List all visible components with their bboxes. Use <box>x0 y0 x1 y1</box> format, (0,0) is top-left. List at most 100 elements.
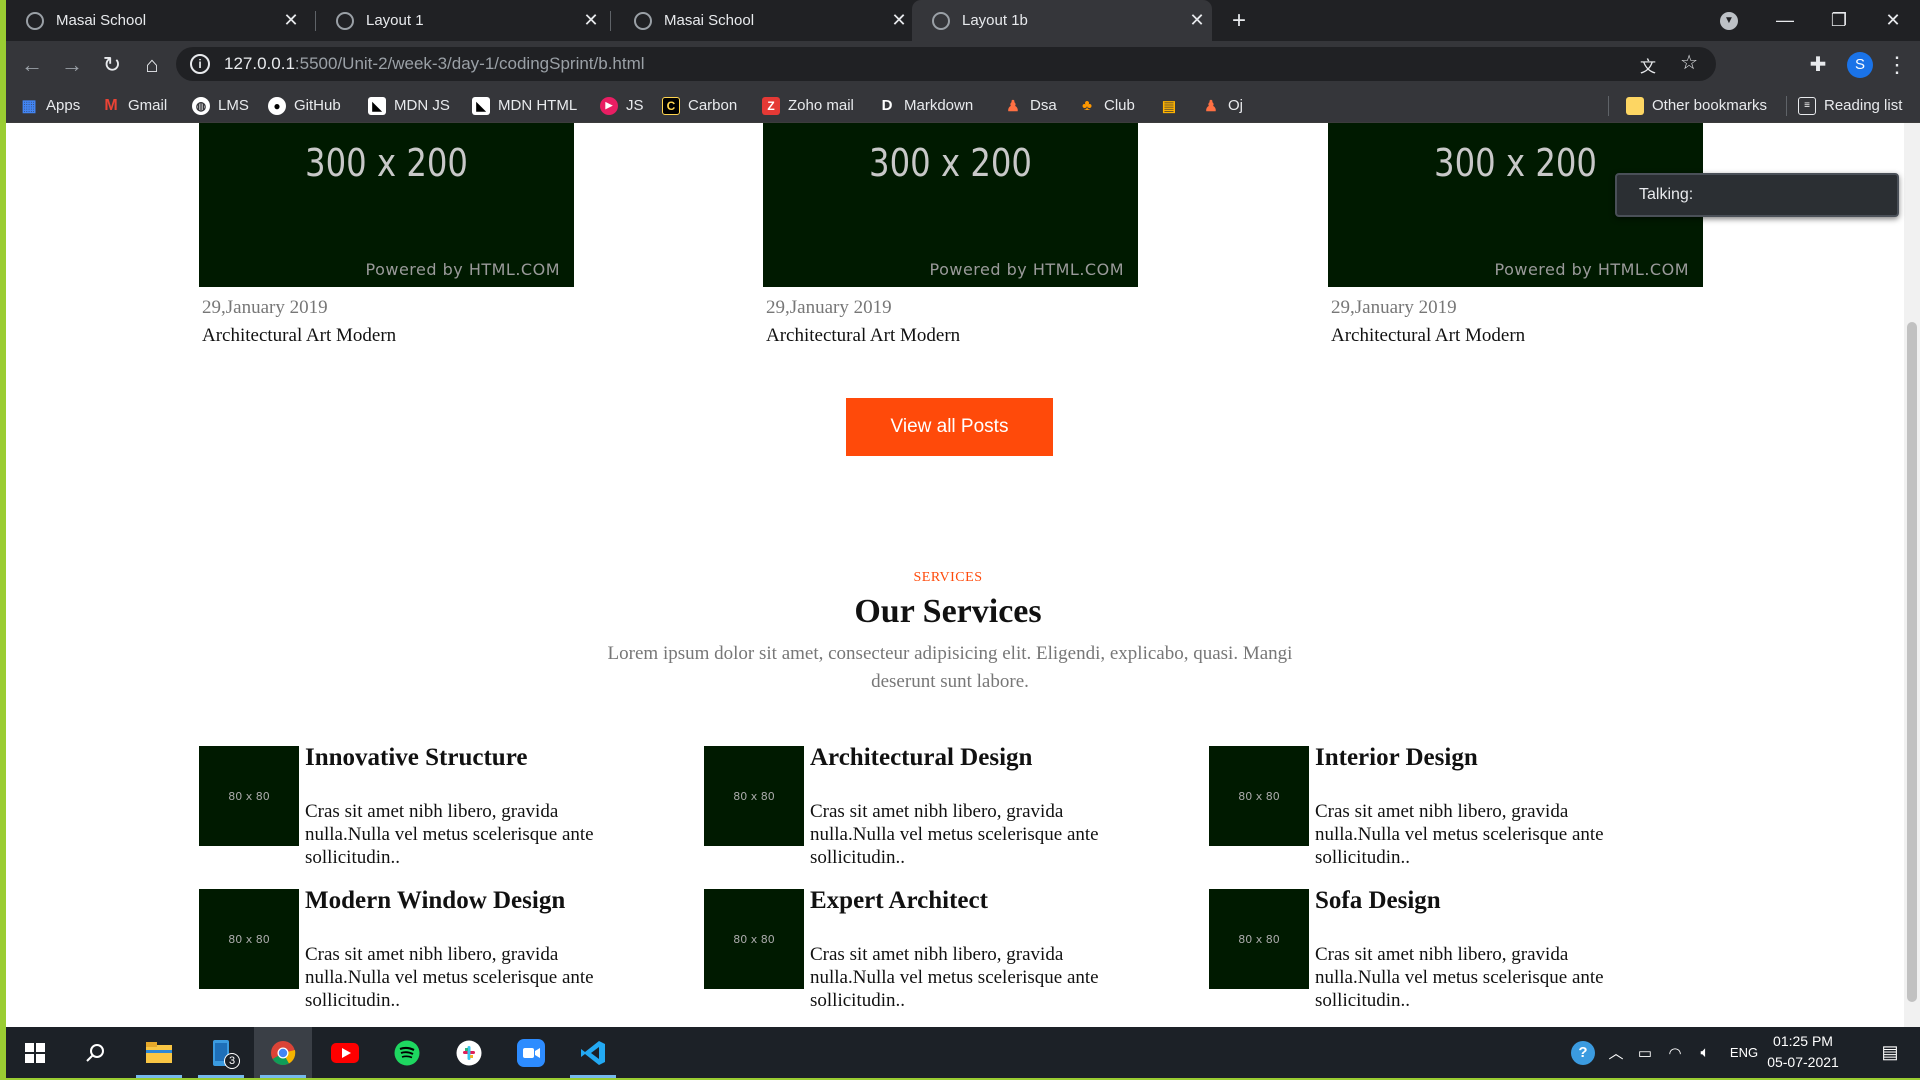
chrome-icon <box>271 1040 296 1065</box>
bookmark-label: Markdown <box>904 97 974 114</box>
post-title[interactable]: Architectural Art Modern <box>1331 325 1703 347</box>
bookmark-oj[interactable]: ♟ Oj <box>1202 88 1243 123</box>
minimize-button[interactable]: — <box>1762 0 1808 41</box>
battery-icon: ▭ <box>1637 1044 1653 1062</box>
post-image[interactable]: 300 x 200 Powered by HTML.COM <box>199 123 574 287</box>
taskbar-zoom[interactable] <box>502 1027 560 1078</box>
post-card: 300 x 200 Powered by HTML.COM 29,January… <box>199 123 574 347</box>
url-host: 127.0.0.1 <box>224 54 295 73</box>
reload-button[interactable]: ↻ <box>94 41 130 88</box>
tab-title: Masai School <box>664 12 755 29</box>
taskbar-file-explorer[interactable] <box>130 1027 188 1078</box>
bookmark-label: GitHub <box>294 97 341 114</box>
new-tab-button[interactable]: + <box>1222 0 1256 41</box>
extensions-button[interactable]: ✚ <box>1800 41 1836 88</box>
service-title: Interior Design <box>1315 744 1478 771</box>
bookmark-markdown[interactable]: D Markdown <box>878 88 974 123</box>
close-icon[interactable]: ✕ <box>276 10 306 31</box>
bookmark-apps[interactable]: ▦ Apps <box>20 88 80 123</box>
taskbar-phone-app[interactable]: 3 <box>192 1027 250 1078</box>
info-icon[interactable]: i <box>190 54 210 74</box>
bookmark-carbon[interactable]: C Carbon <box>662 88 737 123</box>
search-icon <box>86 1043 104 1062</box>
home-icon: ⌂ <box>145 51 159 77</box>
other-bookmarks-folder[interactable]: Other bookmarks <box>1626 88 1767 123</box>
browser-window: Masai School ✕ Layout 1 ✕ Masai School ✕… <box>6 0 1920 1078</box>
address-bar[interactable]: i 127.0.0.1:5500/Unit-2/week-3/day-1/cod… <box>176 47 1716 81</box>
menu-button[interactable]: ⋮ <box>1882 41 1912 88</box>
post-title[interactable]: Architectural Art Modern <box>766 325 1138 347</box>
post-image[interactable]: 300 x 200 Powered by HTML.COM <box>763 123 1138 287</box>
clock-time: 01:25 PM <box>1773 1033 1833 1049</box>
taskbar-vscode[interactable] <box>564 1027 622 1078</box>
bookmark-club[interactable]: ♣ Club <box>1078 88 1135 123</box>
bookmark-lms[interactable]: ◍ LMS <box>192 88 249 123</box>
tray-wifi[interactable]: ◠ <box>1662 1027 1688 1078</box>
bookmark-github[interactable]: ● GitHub <box>268 88 341 123</box>
tab-title: Masai School <box>56 12 147 29</box>
close-icon[interactable]: ✕ <box>576 10 606 31</box>
tray-volume[interactable]: 🔈︎ <box>1692 1027 1718 1078</box>
play-icon: ▶ <box>600 96 618 115</box>
gmail-icon: M <box>104 96 118 114</box>
close-icon[interactable]: ✕ <box>884 10 914 31</box>
vscode-icon <box>581 1040 605 1065</box>
post-date: 29,January 2019 <box>766 297 892 318</box>
scrollbar-thumb[interactable] <box>1907 322 1917 1002</box>
tray-clock[interactable]: 01:25 PM 05-07-2021 <box>1758 1031 1848 1073</box>
bookmark-bus[interactable]: ▤ <box>1160 88 1186 123</box>
bookmark-mdn-html[interactable]: ◣ MDN HTML <box>472 88 577 123</box>
reading-list-button[interactable]: ≡ Reading list <box>1798 88 1902 123</box>
bookmark-label: Zoho mail <box>788 97 854 114</box>
oj-icon: ♟ <box>1204 97 1218 115</box>
taskbar-search-button[interactable] <box>66 1027 124 1078</box>
restore-button[interactable]: ❐ <box>1816 0 1862 41</box>
tab-divider <box>610 11 611 31</box>
service-title: Expert Architect <box>810 887 988 914</box>
bookmark-dsa[interactable]: ♟ Dsa <box>1004 88 1056 123</box>
profile-button[interactable]: S <box>1842 41 1878 88</box>
tab-masai-school-1[interactable]: Masai School ✕ <box>6 0 306 41</box>
service-text: Cras sit amet nibh libero, gravida nulla… <box>305 944 594 1011</box>
view-all-posts-button[interactable]: View all Posts <box>846 398 1053 456</box>
taskbar-slack[interactable] <box>440 1027 498 1078</box>
tray-notifications[interactable]: ▤ <box>1870 1027 1910 1078</box>
tray-help[interactable]: ? <box>1568 1027 1598 1078</box>
clock-date: 05-07-2021 <box>1767 1054 1839 1070</box>
bookmark-zoho-mail[interactable]: Z Zoho mail <box>762 88 854 123</box>
close-icon: ✕ <box>1885 10 1901 30</box>
folder-icon <box>1626 96 1644 115</box>
bookmark-js[interactable]: ▶ JS <box>600 88 644 123</box>
tab-masai-school-2[interactable]: Masai School ✕ <box>614 0 914 41</box>
section-description: Lorem ipsum dolor sit amet, consecteur a… <box>607 643 1293 692</box>
tab-search-button[interactable]: ▼ <box>1712 0 1746 41</box>
forward-button[interactable]: → <box>54 41 90 88</box>
tray-battery[interactable]: ▭ <box>1632 1027 1658 1078</box>
tab-layout-1b[interactable]: Layout 1b ✕ <box>912 0 1212 41</box>
back-button[interactable]: ← <box>14 41 50 88</box>
bookmark-mdn-js[interactable]: ◣ MDN JS <box>368 88 450 123</box>
youtube-icon <box>331 1042 359 1063</box>
home-button[interactable]: ⌂ <box>134 41 170 88</box>
window-close-button[interactable]: ✕ <box>1870 0 1916 41</box>
start-button[interactable] <box>6 1027 64 1078</box>
bookmark-gmail[interactable]: M Gmail <box>102 88 167 123</box>
page-viewport: 300 x 200 Powered by HTML.COM 29,January… <box>6 123 1920 1027</box>
service-thumbnail: 80 x 80 <box>199 889 299 989</box>
tab-layout-1[interactable]: Layout 1 ✕ <box>316 0 606 41</box>
post-title[interactable]: Architectural Art Modern <box>202 325 574 347</box>
bookmarks-bar: ▦ Apps M Gmail ◍ LMS ● GitHub ◣ MDN JS ◣ MDN H… <box>6 88 1920 123</box>
arrow-right-icon: → <box>61 51 83 77</box>
taskbar-youtube[interactable] <box>316 1027 374 1078</box>
tray-show-hidden[interactable]: ︿ <box>1604 1027 1628 1078</box>
close-icon[interactable]: ✕ <box>1182 10 1212 31</box>
translate-icon[interactable]: 文 <box>1640 53 1656 77</box>
star-icon[interactable]: ☆ <box>1680 50 1698 75</box>
chevron-up-icon: ︿ <box>1608 1045 1624 1062</box>
taskbar-chrome[interactable] <box>254 1027 312 1078</box>
bookmark-label: MDN HTML <box>498 97 578 114</box>
taskbar-spotify[interactable] <box>378 1027 436 1078</box>
dsa-icon: ♟ <box>1006 97 1020 115</box>
service-thumbnail: 80 x 80 <box>199 746 299 846</box>
kebab-menu-icon: ⋮ <box>1886 51 1908 77</box>
